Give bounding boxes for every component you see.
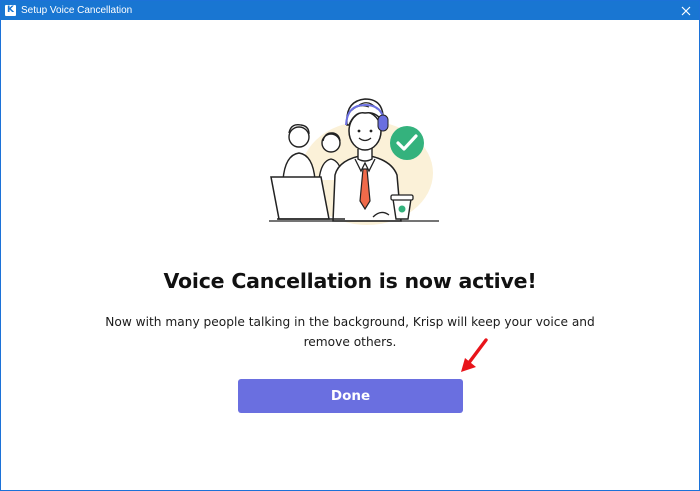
krisp-logo-icon: K xyxy=(5,5,16,16)
setup-voice-cancellation-window: K Setup Voice Cancellation Voice Cancell… xyxy=(0,0,700,491)
done-button[interactable]: Done xyxy=(238,379,463,413)
person-with-headset-checkmark-illustration xyxy=(269,98,439,225)
red-arrow-icon xyxy=(461,338,488,372)
close-button[interactable] xyxy=(673,1,699,20)
description-text: Now with many people talking in the back… xyxy=(105,315,595,349)
title-bar: K Setup Voice Cancellation xyxy=(1,1,699,20)
window-title: Setup Voice Cancellation xyxy=(21,5,133,16)
page-title: Voice Cancellation is now active! xyxy=(163,269,537,293)
close-icon xyxy=(681,6,691,15)
